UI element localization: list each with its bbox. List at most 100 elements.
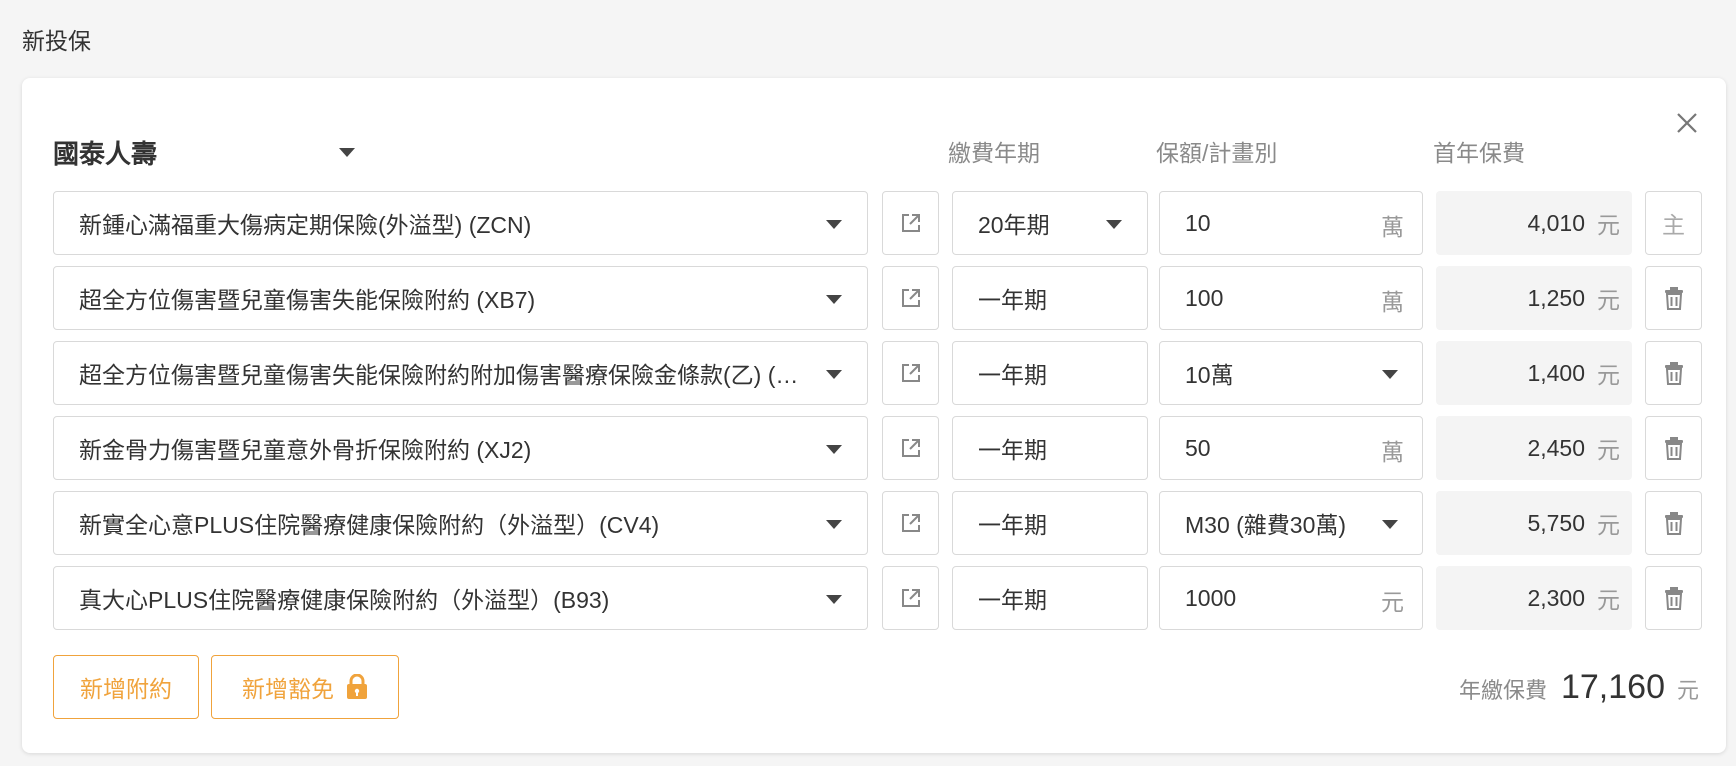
header-premium: 首年保費 <box>1433 140 1525 166</box>
product-select[interactable]: 真大心PLUS住院醫療健康保險附約（外溢型）(B93) <box>53 566 868 630</box>
premium-unit: 元 <box>1597 287 1620 313</box>
premium-value: 2,450 <box>1527 434 1585 461</box>
premium-field: 1,250 元 <box>1436 266 1632 330</box>
amount-value: 10萬 <box>1185 362 1234 388</box>
open-product-link-button[interactable] <box>882 566 939 630</box>
term-value: 一年期 <box>978 587 1047 613</box>
caret-down-icon <box>339 147 355 157</box>
open-product-link-button[interactable] <box>882 416 939 480</box>
amount-value: 10 <box>1185 209 1211 236</box>
caret-down-icon <box>826 595 842 604</box>
term-value: 一年期 <box>978 362 1047 388</box>
amount-input[interactable]: 10 萬 <box>1159 191 1423 255</box>
product-name: 新實全心意PLUS住院醫療健康保險附約（外溢型）(CV4) <box>79 512 660 538</box>
term-field: 一年期 <box>952 416 1148 480</box>
amount-value: M30 (雜費30萬) <box>1185 512 1347 538</box>
premium-field: 1,400 元 <box>1436 341 1632 405</box>
total-unit: 元 <box>1676 678 1699 703</box>
amount-unit: 萬 <box>1381 214 1404 240</box>
open-product-link-button[interactable] <box>882 341 939 405</box>
open-product-link-button[interactable] <box>882 491 939 555</box>
amount-value: 100 <box>1185 284 1224 311</box>
term-value: 20年期 <box>978 212 1050 238</box>
external-link-icon <box>901 289 920 307</box>
coverage-row: 新實全心意PLUS住院醫療健康保險附約（外溢型）(CV4) 一年期 M30 (雜費3… <box>53 491 1702 555</box>
term-field: 一年期 <box>952 491 1148 555</box>
term-value: 一年期 <box>978 437 1047 463</box>
amount-input[interactable]: 100 萬 <box>1159 266 1423 330</box>
caret-down-icon <box>826 295 842 304</box>
caret-down-icon <box>1382 370 1398 379</box>
trash-icon <box>1664 437 1683 460</box>
term-value: 一年期 <box>978 287 1047 313</box>
premium-field: 2,450 元 <box>1436 416 1632 480</box>
external-link-icon <box>901 364 920 382</box>
caret-down-icon <box>826 520 842 529</box>
policy-card: 國泰人壽 繳費年期 保額/計畫別 首年保費 新鍾心滿福重大傷病定期保險(外溢型)… <box>22 78 1726 753</box>
header-term: 繳費年期 <box>948 140 1040 166</box>
coverage-row: 超全方位傷害暨兒童傷害失能保險附約 (XB7) 一年期 100 萬 1,250 元 <box>53 266 1702 330</box>
add-rider-button[interactable]: 新增附約 <box>53 655 199 719</box>
page-title: 新投保 <box>22 28 91 54</box>
delete-row-button[interactable] <box>1645 491 1702 555</box>
amount-value: 50 <box>1185 434 1211 461</box>
premium-value: 4,010 <box>1527 209 1585 236</box>
caret-down-icon <box>826 445 842 454</box>
premium-unit: 元 <box>1597 587 1620 613</box>
insurer-select[interactable]: 國泰人壽 <box>53 126 363 178</box>
lock-icon <box>347 674 367 699</box>
premium-field: 4,010 元 <box>1436 191 1632 255</box>
caret-down-icon <box>1382 520 1398 529</box>
header-amount: 保額/計畫別 <box>1156 140 1278 166</box>
coverage-row: 超全方位傷害暨兒童傷害失能保險附約附加傷害醫療保險金條款(乙) (… 一年期 10萬… <box>53 341 1702 405</box>
product-name: 超全方位傷害暨兒童傷害失能保險附約 (XB7) <box>79 287 536 313</box>
trash-icon <box>1664 362 1683 385</box>
amount-select[interactable]: 10萬 <box>1159 341 1423 405</box>
caret-down-icon <box>826 370 842 379</box>
open-product-link-button[interactable] <box>882 266 939 330</box>
open-product-link-button[interactable] <box>882 191 939 255</box>
product-select[interactable]: 新鍾心滿福重大傷病定期保險(外溢型) (ZCN) <box>53 191 868 255</box>
premium-unit: 元 <box>1597 437 1620 463</box>
premium-value: 2,300 <box>1527 584 1585 611</box>
premium-value: 5,750 <box>1527 509 1585 536</box>
annual-premium-total: 年繳保費 17,160 元 <box>1459 668 1699 707</box>
coverage-row: 新鍾心滿福重大傷病定期保險(外溢型) (ZCN) 20年期 10 萬 4,010 元 主 <box>53 191 1702 255</box>
premium-unit: 元 <box>1597 512 1620 538</box>
close-icon <box>1677 113 1697 133</box>
trash-icon <box>1664 587 1683 610</box>
product-select[interactable]: 超全方位傷害暨兒童傷害失能保險附約附加傷害醫療保險金條款(乙) (… <box>53 341 868 405</box>
premium-unit: 元 <box>1597 212 1620 238</box>
delete-row-button[interactable] <box>1645 416 1702 480</box>
caret-down-icon <box>1106 220 1122 229</box>
product-name: 超全方位傷害暨兒童傷害失能保險附約附加傷害醫療保險金條款(乙) (… <box>79 362 799 388</box>
product-select[interactable]: 超全方位傷害暨兒童傷害失能保險附約 (XB7) <box>53 266 868 330</box>
product-select[interactable]: 新實全心意PLUS住院醫療健康保險附約（外溢型）(CV4) <box>53 491 868 555</box>
term-select[interactable]: 20年期 <box>952 191 1148 255</box>
amount-unit: 萬 <box>1381 289 1404 315</box>
trash-icon <box>1664 287 1683 310</box>
main-policy-label: 主 <box>1662 212 1685 238</box>
delete-row-button[interactable] <box>1645 566 1702 630</box>
amount-select[interactable]: M30 (雜費30萬) <box>1159 491 1423 555</box>
delete-row-button[interactable] <box>1645 266 1702 330</box>
add-waiver-button[interactable]: 新增豁免 <box>211 655 399 719</box>
amount-value: 1000 <box>1185 584 1237 611</box>
total-label: 年繳保費 <box>1458 678 1547 703</box>
external-link-icon <box>901 514 920 532</box>
trash-icon <box>1664 512 1683 535</box>
delete-row-button[interactable] <box>1645 341 1702 405</box>
amount-input[interactable]: 50 萬 <box>1159 416 1423 480</box>
premium-field: 5,750 元 <box>1436 491 1632 555</box>
amount-input[interactable]: 1000 元 <box>1159 566 1423 630</box>
coverage-row: 新金骨力傷害暨兒童意外骨折保險附約 (XJ2) 一年期 50 萬 2,450 元 <box>53 416 1702 480</box>
close-button[interactable] <box>1672 108 1702 138</box>
premium-field: 2,300 元 <box>1436 566 1632 630</box>
insurer-name: 國泰人壽 <box>53 138 158 169</box>
product-select[interactable]: 新金骨力傷害暨兒童意外骨折保險附約 (XJ2) <box>53 416 868 480</box>
caret-down-icon <box>826 220 842 229</box>
external-link-icon <box>901 589 920 607</box>
external-link-icon <box>901 439 920 457</box>
premium-value: 1,250 <box>1527 284 1585 311</box>
amount-unit: 元 <box>1381 589 1404 615</box>
